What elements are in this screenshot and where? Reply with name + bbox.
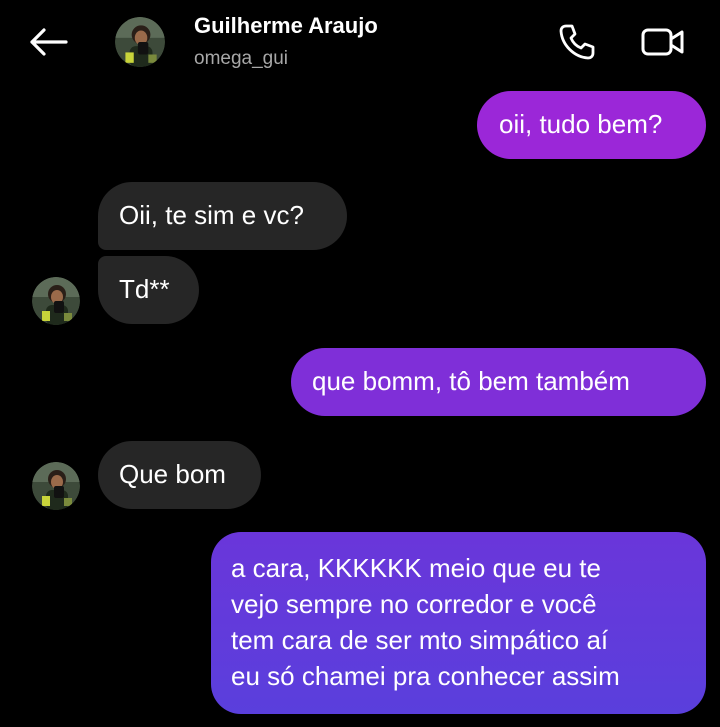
message-text: Que bom: [119, 459, 226, 489]
sent-message-bubble[interactable]: oii, tudo bem?: [477, 91, 706, 159]
contact-avatar[interactable]: [115, 17, 165, 67]
chat-header: Guilherme Araujo omega_gui: [0, 0, 720, 84]
message-text: que bomm, tô bem também: [312, 366, 630, 396]
message-text: Td**: [119, 274, 170, 304]
message-line: a cara, KKKKKK meio que eu te: [231, 553, 601, 583]
message-line: vejo sempre no corredor e você: [231, 589, 597, 619]
phone-icon: [559, 24, 595, 60]
sent-message-bubble[interactable]: a cara, KKKKKK meio que eu te vejo sempr…: [211, 532, 706, 714]
video-call-button[interactable]: [636, 18, 690, 66]
message-line: tem cara de ser mto simpático aí: [231, 625, 609, 655]
received-message-bubble[interactable]: Oii, te sim e vc?: [98, 182, 347, 250]
received-message-bubble[interactable]: Td**: [98, 256, 199, 324]
sender-avatar[interactable]: [32, 462, 80, 510]
received-message-bubble[interactable]: Que bom: [98, 441, 261, 509]
video-camera-icon: [641, 28, 684, 56]
message-text: Oii, te sim e vc?: [119, 200, 304, 230]
contact-name[interactable]: Guilherme Araujo: [194, 13, 378, 39]
message-text: oii, tudo bem?: [499, 109, 663, 139]
sent-message-bubble[interactable]: que bomm, tô bem também: [291, 348, 706, 416]
message-line: eu só chamei pra conhecer assim: [231, 661, 620, 691]
sender-avatar[interactable]: [32, 277, 80, 325]
back-button[interactable]: [24, 20, 72, 64]
arrow-left-icon: [30, 28, 68, 56]
voice-call-button[interactable]: [553, 18, 601, 66]
contact-username[interactable]: omega_gui: [194, 48, 288, 70]
